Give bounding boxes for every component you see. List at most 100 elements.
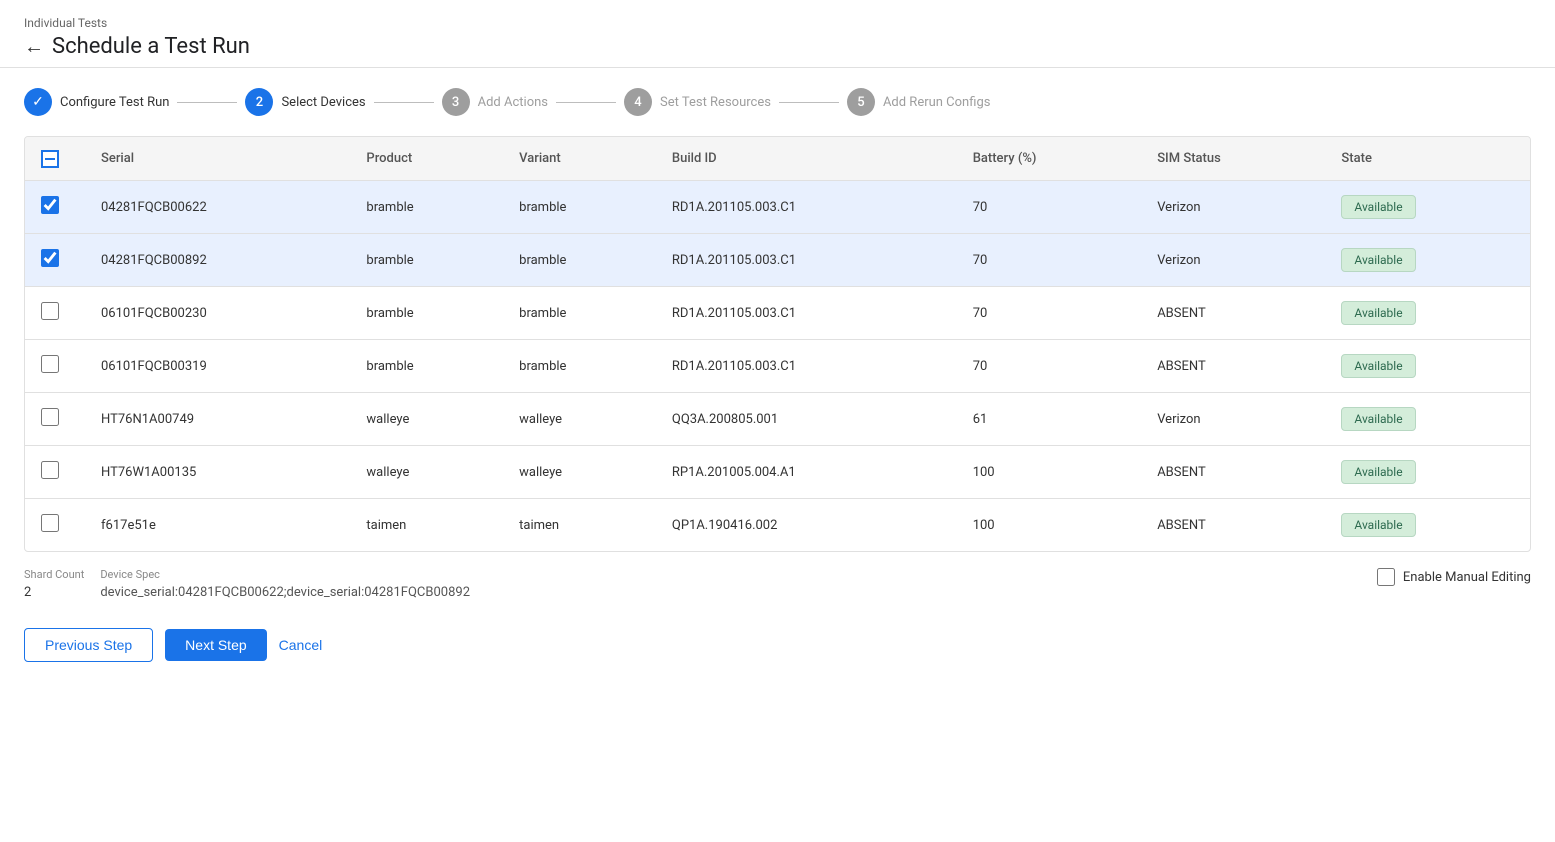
check-icon: ✓ xyxy=(32,94,44,110)
row-product: bramble xyxy=(350,287,503,340)
row-product: bramble xyxy=(350,340,503,393)
step-5-number: 5 xyxy=(857,95,864,110)
row-1-checkbox[interactable] xyxy=(41,196,59,214)
variant-header: Variant xyxy=(503,137,656,181)
row-variant: bramble xyxy=(503,340,656,393)
step-4: 4 Set Test Resources xyxy=(624,88,771,116)
step-connector-3 xyxy=(556,102,616,103)
row-battery: 61 xyxy=(957,393,1142,446)
row-state: Available xyxy=(1325,340,1530,393)
table-row: f617e51etaimentaimenQP1A.190416.002100AB… xyxy=(25,499,1530,552)
row-product: walleye xyxy=(350,446,503,499)
shard-count-label: Shard Count xyxy=(24,568,84,581)
row-battery: 70 xyxy=(957,340,1142,393)
step-3-circle: 3 xyxy=(442,88,470,116)
state-badge: Available xyxy=(1341,248,1415,272)
row-sim_status: ABSENT xyxy=(1141,446,1325,499)
row-build_id: RD1A.201105.003.C1 xyxy=(656,234,957,287)
select-all-header[interactable] xyxy=(25,137,85,181)
row-5-checkbox[interactable] xyxy=(41,408,59,426)
row-serial: f617e51e xyxy=(85,499,350,552)
step-connector-2 xyxy=(374,102,434,103)
row-build_id: RD1A.201105.003.C1 xyxy=(656,287,957,340)
device-spec-group: Device Spec device_serial:04281FQCB00622… xyxy=(100,568,1361,600)
battery-header: Battery (%) xyxy=(957,137,1142,181)
step-5-label: Add Rerun Configs xyxy=(883,95,991,110)
product-header: Product xyxy=(350,137,503,181)
step-5-circle: 5 xyxy=(847,88,875,116)
page-title: Schedule a Test Run xyxy=(52,34,250,59)
row-variant: bramble xyxy=(503,287,656,340)
row-state: Available xyxy=(1325,287,1530,340)
back-button[interactable]: ← xyxy=(24,37,44,57)
row-serial: 04281FQCB00622 xyxy=(85,181,350,234)
step-2: 2 Select Devices xyxy=(245,88,365,116)
row-battery: 70 xyxy=(957,181,1142,234)
step-1-circle: ✓ xyxy=(24,88,52,116)
shard-count-group: Shard Count 2 xyxy=(24,568,84,600)
state-badge: Available xyxy=(1341,407,1415,431)
step-2-circle: 2 xyxy=(245,88,273,116)
row-build_id: RD1A.201105.003.C1 xyxy=(656,181,957,234)
select-all-checkbox[interactable] xyxy=(41,150,59,168)
state-badge: Available xyxy=(1341,460,1415,484)
row-checkbox-cell[interactable] xyxy=(25,287,85,340)
row-variant: bramble xyxy=(503,181,656,234)
row-state: Available xyxy=(1325,393,1530,446)
state-badge: Available xyxy=(1341,354,1415,378)
enable-manual-editing-label[interactable]: Enable Manual Editing xyxy=(1403,570,1531,585)
row-serial: HT76W1A00135 xyxy=(85,446,350,499)
row-state: Available xyxy=(1325,499,1530,552)
shard-count-value: 2 xyxy=(24,585,84,600)
step-5: 5 Add Rerun Configs xyxy=(847,88,991,116)
row-checkbox-cell[interactable] xyxy=(25,393,85,446)
row-7-checkbox[interactable] xyxy=(41,514,59,532)
step-4-label: Set Test Resources xyxy=(660,95,771,110)
row-6-checkbox[interactable] xyxy=(41,461,59,479)
step-1-label: Configure Test Run xyxy=(60,95,169,110)
table-row: HT76N1A00749walleyewalleyeQQ3A.200805.00… xyxy=(25,393,1530,446)
device-table-container: Serial Product Variant Build ID Battery … xyxy=(24,136,1531,552)
cancel-button[interactable]: Cancel xyxy=(279,637,323,653)
row-build_id: RD1A.201105.003.C1 xyxy=(656,340,957,393)
row-battery: 100 xyxy=(957,446,1142,499)
step-3: 3 Add Actions xyxy=(442,88,548,116)
page-header: Individual Tests ← Schedule a Test Run xyxy=(0,0,1555,68)
row-serial: 06101FQCB00230 xyxy=(85,287,350,340)
row-serial: 06101FQCB00319 xyxy=(85,340,350,393)
row-2-checkbox[interactable] xyxy=(41,249,59,267)
actions-row: Previous Step Next Step Cancel xyxy=(0,616,1555,686)
row-sim_status: Verizon xyxy=(1141,234,1325,287)
state-badge: Available xyxy=(1341,195,1415,219)
row-build_id: RP1A.201005.004.A1 xyxy=(656,446,957,499)
row-checkbox-cell[interactable] xyxy=(25,499,85,552)
row-4-checkbox[interactable] xyxy=(41,355,59,373)
row-build_id: QQ3A.200805.001 xyxy=(656,393,957,446)
breadcrumb: Individual Tests xyxy=(24,16,1531,30)
row-battery: 100 xyxy=(957,499,1142,552)
table-row: 06101FQCB00319bramblebrambleRD1A.201105.… xyxy=(25,340,1530,393)
state-badge: Available xyxy=(1341,513,1415,537)
step-2-number: 2 xyxy=(256,95,263,110)
row-variant: bramble xyxy=(503,234,656,287)
row-checkbox-cell[interactable] xyxy=(25,181,85,234)
stepper: ✓ Configure Test Run 2 Select Devices 3 … xyxy=(0,68,1555,136)
table-row: 04281FQCB00892bramblebrambleRD1A.201105.… xyxy=(25,234,1530,287)
state-badge: Available xyxy=(1341,301,1415,325)
next-step-button[interactable]: Next Step xyxy=(165,629,266,661)
row-sim_status: Verizon xyxy=(1141,181,1325,234)
previous-step-button[interactable]: Previous Step xyxy=(24,628,153,662)
row-checkbox-cell[interactable] xyxy=(25,446,85,499)
row-sim_status: Verizon xyxy=(1141,393,1325,446)
row-state: Available xyxy=(1325,181,1530,234)
row-product: bramble xyxy=(350,234,503,287)
step-2-label: Select Devices xyxy=(281,95,365,110)
row-checkbox-cell[interactable] xyxy=(25,340,85,393)
bottom-section: Shard Count 2 Device Spec device_serial:… xyxy=(0,552,1555,616)
row-checkbox-cell[interactable] xyxy=(25,234,85,287)
row-3-checkbox[interactable] xyxy=(41,302,59,320)
row-variant: taimen xyxy=(503,499,656,552)
row-state: Available xyxy=(1325,234,1530,287)
enable-manual-editing-checkbox[interactable] xyxy=(1377,568,1395,586)
row-variant: walleye xyxy=(503,446,656,499)
